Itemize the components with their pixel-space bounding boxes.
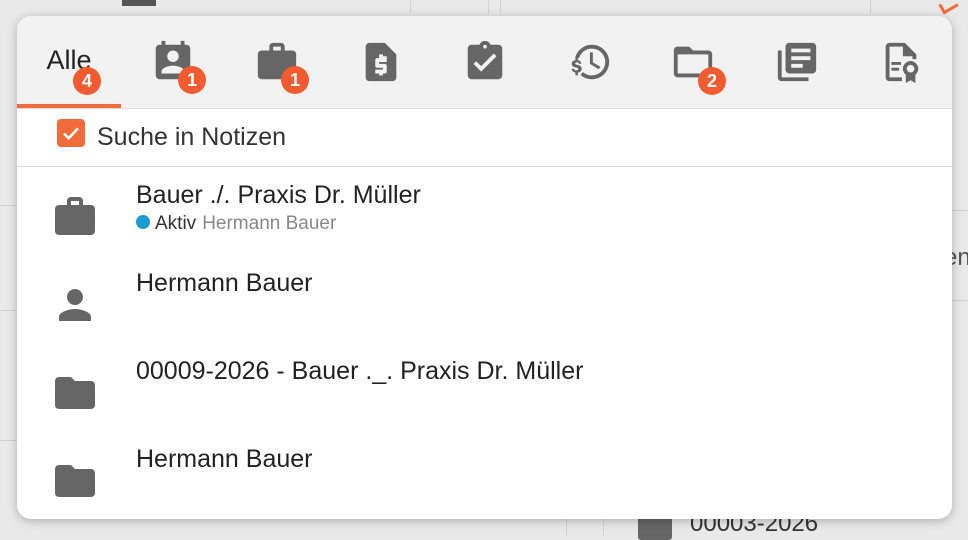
- tab-tasks[interactable]: [433, 16, 537, 108]
- search-in-notes-row: Suche in Notizen: [17, 109, 952, 167]
- result-client: Hermann Bauer: [202, 213, 337, 234]
- background-divider: [952, 300, 968, 301]
- time-money-icon: [571, 44, 610, 80]
- tab-invoices[interactable]: [329, 16, 433, 108]
- person-icon: [51, 281, 99, 329]
- tab-contacts[interactable]: 1: [121, 16, 225, 108]
- background-divider: [870, 0, 871, 14]
- background-divider: [0, 440, 17, 441]
- briefcase-icon: [51, 193, 99, 241]
- tab-time-tracking[interactable]: [537, 16, 641, 108]
- result-item-contact[interactable]: Hermann Bauer: [17, 259, 952, 347]
- search-results-popup: Alle 4 1 1 2 Suche in Notizen Bauer ./. …: [17, 16, 952, 519]
- background-accent-mark: [938, 0, 959, 15]
- folder-icon: [51, 369, 99, 417]
- result-subtitle: Aktiv Hermann Bauer: [136, 213, 336, 235]
- background-divider: [500, 0, 501, 14]
- tab-contacts-count-badge: 1: [178, 66, 206, 94]
- search-in-notes-label: Suche in Notizen: [97, 123, 287, 151]
- tab-documents[interactable]: [745, 16, 849, 108]
- status-dot: [136, 214, 150, 229]
- background-divider: [0, 205, 17, 206]
- tab-files[interactable]: 2: [641, 16, 745, 108]
- tab-all[interactable]: Alle 4: [17, 16, 121, 108]
- tab-all-count-badge: 4: [73, 67, 101, 95]
- result-title: 00009-2026 - Bauer ._. Praxis Dr. Müller: [136, 357, 584, 385]
- result-title: Hermann Bauer: [136, 445, 313, 473]
- checkmark-icon: [63, 127, 79, 141]
- certificate-icon: [885, 42, 919, 84]
- documents-icon: [777, 42, 817, 82]
- invoice-icon: [365, 42, 397, 82]
- result-title: Bauer ./. Praxis Dr. Müller: [136, 181, 421, 209]
- search-in-notes-checkbox[interactable]: [57, 119, 85, 147]
- result-title: Hermann Bauer: [136, 269, 313, 297]
- folder-icon: [51, 457, 99, 505]
- result-item-case[interactable]: Bauer ./. Praxis Dr. Müller Aktiv Hermann…: [17, 171, 952, 259]
- background-divider: [566, 519, 567, 536]
- background-divider: [0, 310, 17, 311]
- tab-cases[interactable]: 1: [225, 16, 329, 108]
- category-tab-bar: Alle 4 1 1 2: [17, 16, 952, 109]
- background-divider: [952, 210, 968, 211]
- result-item-file[interactable]: Hermann Bauer: [17, 435, 952, 519]
- status-badge: Aktiv: [155, 213, 197, 234]
- tab-files-count-badge: 2: [698, 67, 726, 95]
- background-divider: [603, 519, 604, 536]
- background-toolbar-item: [122, 0, 156, 6]
- result-item-file[interactable]: 00009-2026 - Bauer ._. Praxis Dr. Müller: [17, 347, 952, 435]
- background-divider: [410, 0, 411, 14]
- clipboard-check-icon: [467, 40, 503, 80]
- background-divider: [488, 0, 489, 14]
- tab-certificates[interactable]: [849, 16, 952, 108]
- tab-cases-count-badge: 1: [281, 66, 309, 94]
